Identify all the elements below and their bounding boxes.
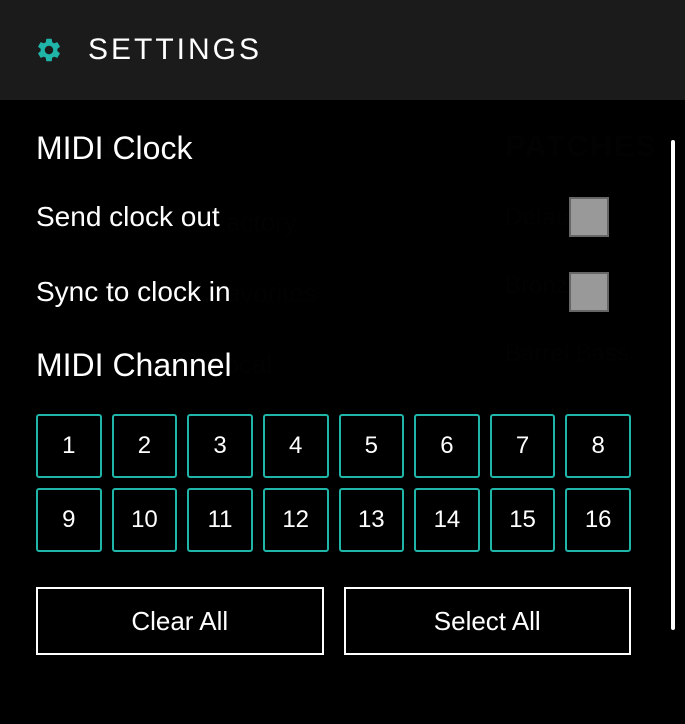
- channel-button-10[interactable]: 10: [112, 488, 178, 552]
- channel-grid: 1 2 3 4 5 6 7 8 9 10 11 12 13 14 15 16: [36, 414, 649, 552]
- channel-actions: Clear All Select All: [36, 587, 649, 655]
- scrollbar[interactable]: [671, 140, 675, 630]
- gear-icon: [35, 36, 63, 64]
- channel-button-16[interactable]: 16: [565, 488, 631, 552]
- channel-button-4[interactable]: 4: [263, 414, 329, 478]
- midi-channel-heading: MIDI Channel: [36, 347, 649, 384]
- settings-title: SETTINGS: [88, 33, 262, 67]
- channel-button-3[interactable]: 3: [187, 414, 253, 478]
- sync-clock-label: Sync to clock in: [36, 276, 231, 308]
- channel-button-8[interactable]: 8: [565, 414, 631, 478]
- send-clock-label: Send clock out: [36, 201, 220, 233]
- sync-clock-toggle[interactable]: [569, 272, 609, 312]
- sync-clock-row: Sync to clock in: [36, 272, 649, 312]
- settings-content: MIDI Clock Send clock out Sync to clock …: [0, 100, 685, 675]
- channel-button-1[interactable]: 1: [36, 414, 102, 478]
- channel-button-9[interactable]: 9: [36, 488, 102, 552]
- midi-clock-heading: MIDI Clock: [36, 130, 649, 167]
- send-clock-toggle[interactable]: [569, 197, 609, 237]
- channel-button-11[interactable]: 11: [187, 488, 253, 552]
- clear-all-button[interactable]: Clear All: [36, 587, 324, 655]
- channel-button-6[interactable]: 6: [414, 414, 480, 478]
- settings-header: SETTINGS: [0, 0, 685, 100]
- settings-overlay: SETTINGS MIDI Clock Send clock out Sync …: [0, 0, 685, 724]
- select-all-button[interactable]: Select All: [344, 587, 632, 655]
- channel-button-12[interactable]: 12: [263, 488, 329, 552]
- channel-button-5[interactable]: 5: [339, 414, 405, 478]
- channel-button-15[interactable]: 15: [490, 488, 556, 552]
- channel-button-13[interactable]: 13: [339, 488, 405, 552]
- channel-button-14[interactable]: 14: [414, 488, 480, 552]
- send-clock-row: Send clock out: [36, 197, 649, 237]
- channel-button-7[interactable]: 7: [490, 414, 556, 478]
- channel-button-2[interactable]: 2: [112, 414, 178, 478]
